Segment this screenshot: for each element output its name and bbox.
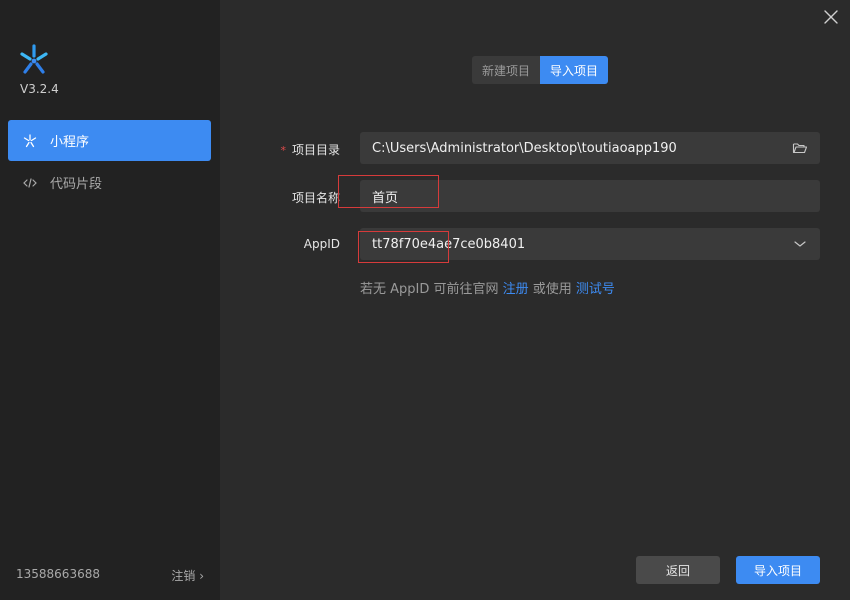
sidebar-item-label: 小程序 — [50, 135, 90, 150]
main-panel: 新建项目 导入项目 * 项目目录 C:\Users\Administrator\D… — [220, 0, 850, 600]
hint-middle: 或使用 — [528, 282, 576, 297]
appid-hint: 若无 AppID 可前往官网 注册 或使用 测试号 — [360, 278, 615, 297]
required-mark: * — [280, 144, 286, 157]
back-button[interactable]: 返回 — [636, 556, 720, 584]
test-account-link[interactable]: 测试号 — [576, 282, 615, 297]
directory-field[interactable]: C:\Users\Administrator\Desktop\toutiaoap… — [360, 132, 820, 164]
appid-label: AppID — [303, 237, 340, 251]
name-label: 项目名称 — [291, 191, 340, 205]
tab-import-project[interactable]: 导入项目 — [540, 56, 609, 84]
sidebar-item-miniprogram[interactable]: 小程序 — [8, 120, 211, 161]
code-icon — [22, 175, 38, 191]
annotation-box — [358, 231, 449, 263]
app-version: V3.2.4 — [20, 82, 59, 96]
close-icon[interactable] — [822, 8, 840, 26]
directory-label-group: * 项目目录 — [280, 141, 340, 158]
sidebar-item-code-snippets[interactable]: 代码片段 — [8, 162, 211, 203]
sidebar-item-label: 代码片段 — [50, 177, 103, 192]
folder-open-icon[interactable] — [792, 140, 808, 156]
logout-link[interactable]: 注销 › — [171, 567, 204, 584]
sidebar: V3.2.4 小程序 代码片段 13588663688 注销 › — [0, 0, 220, 600]
directory-label: 项目目录 — [291, 143, 340, 157]
chevron-down-icon[interactable] — [792, 236, 808, 252]
asterisk-icon — [22, 133, 38, 149]
app-logo-icon — [18, 44, 50, 76]
account-phone: 13588663688 — [16, 567, 100, 581]
register-link[interactable]: 注册 — [503, 282, 529, 297]
project-mode-tabs: 新建项目 导入项目 — [472, 56, 609, 84]
hint-prefix: 若无 AppID 可前往官网 — [360, 282, 503, 297]
import-project-button[interactable]: 导入项目 — [736, 556, 820, 584]
directory-value: C:\Users\Administrator\Desktop\toutiaoap… — [372, 140, 677, 156]
annotation-box — [338, 175, 439, 208]
tab-new-project[interactable]: 新建项目 — [472, 56, 541, 84]
